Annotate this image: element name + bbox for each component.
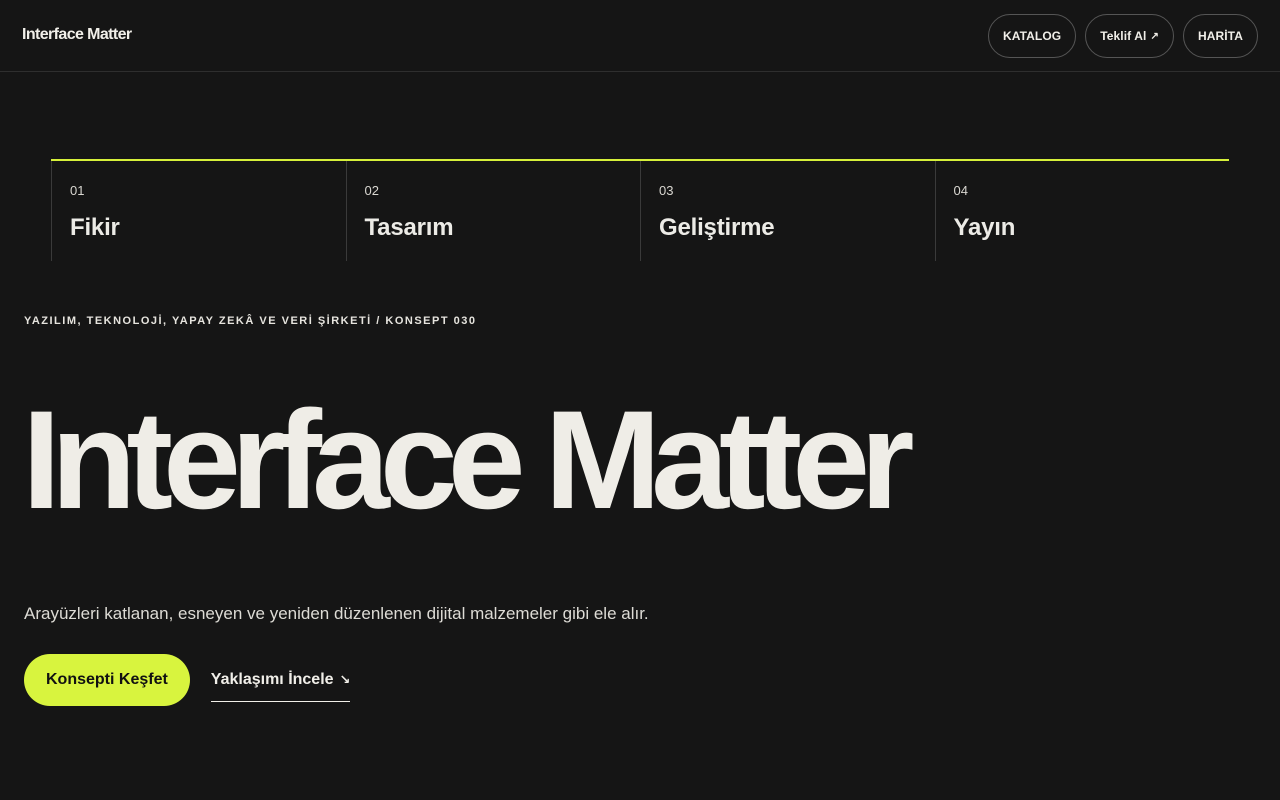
step-title: Fikir <box>70 214 120 241</box>
arrow-up-right-icon: ↗ <box>1150 30 1159 42</box>
step-tasarim[interactable]: 02 Tasarım <box>345 161 641 261</box>
process-steps: 01 Fikir 02 Tasarım 03 Geliştirme 04 Yay… <box>51 159 1229 261</box>
arrow-down-right-icon: ↘ <box>339 671 351 687</box>
nav-harita-button[interactable]: HARİTA <box>1182 14 1258 58</box>
step-title: Yayın <box>953 214 1016 241</box>
nav-label: Teklif Al <box>1100 29 1147 43</box>
step-number: 04 <box>953 183 968 198</box>
step-title: Tasarım <box>364 214 454 241</box>
nav-label: HARİTA <box>1197 29 1243 43</box>
top-bar: Interface Matter KATALOG Teklif Al ↗ HAR… <box>0 0 1280 72</box>
hero-title: Interface Matter <box>22 381 915 538</box>
step-title: Geliştirme <box>659 214 775 241</box>
step-gelistirme[interactable]: 03 Geliştirme <box>640 161 935 261</box>
hero-eyebrow: YAZILIM, TEKNOLOJİ, YAPAY ZEKÂ VE VERİ Ş… <box>24 315 477 327</box>
step-yayin[interactable]: 04 Yayın <box>934 161 1230 261</box>
step-fikir[interactable]: 01 Fikir <box>51 161 346 261</box>
step-number: 02 <box>364 183 379 198</box>
nav-teklif-al-button[interactable]: Teklif Al ↗ <box>1085 14 1174 58</box>
hero-actions: Konsepti Keşfet Yaklaşımı İncele ↘ <box>24 654 351 706</box>
hero-description: Arayüzleri katlanan, esneyen ve yeniden … <box>24 604 649 623</box>
nav-katalog-button[interactable]: KATALOG <box>987 14 1077 58</box>
step-number: 03 <box>659 183 674 198</box>
review-approach-link[interactable]: Yaklaşımı İncele ↘ <box>210 670 351 702</box>
main-nav: KATALOG Teklif Al ↗ HARİTA <box>987 14 1258 58</box>
explore-concept-button[interactable]: Konsepti Keşfet <box>24 654 190 706</box>
link-label: Yaklaşımı İncele <box>210 670 334 688</box>
brand-logo[interactable]: Interface Matter <box>22 26 132 44</box>
nav-label: KATALOG <box>1002 29 1062 43</box>
step-number: 01 <box>70 183 85 198</box>
